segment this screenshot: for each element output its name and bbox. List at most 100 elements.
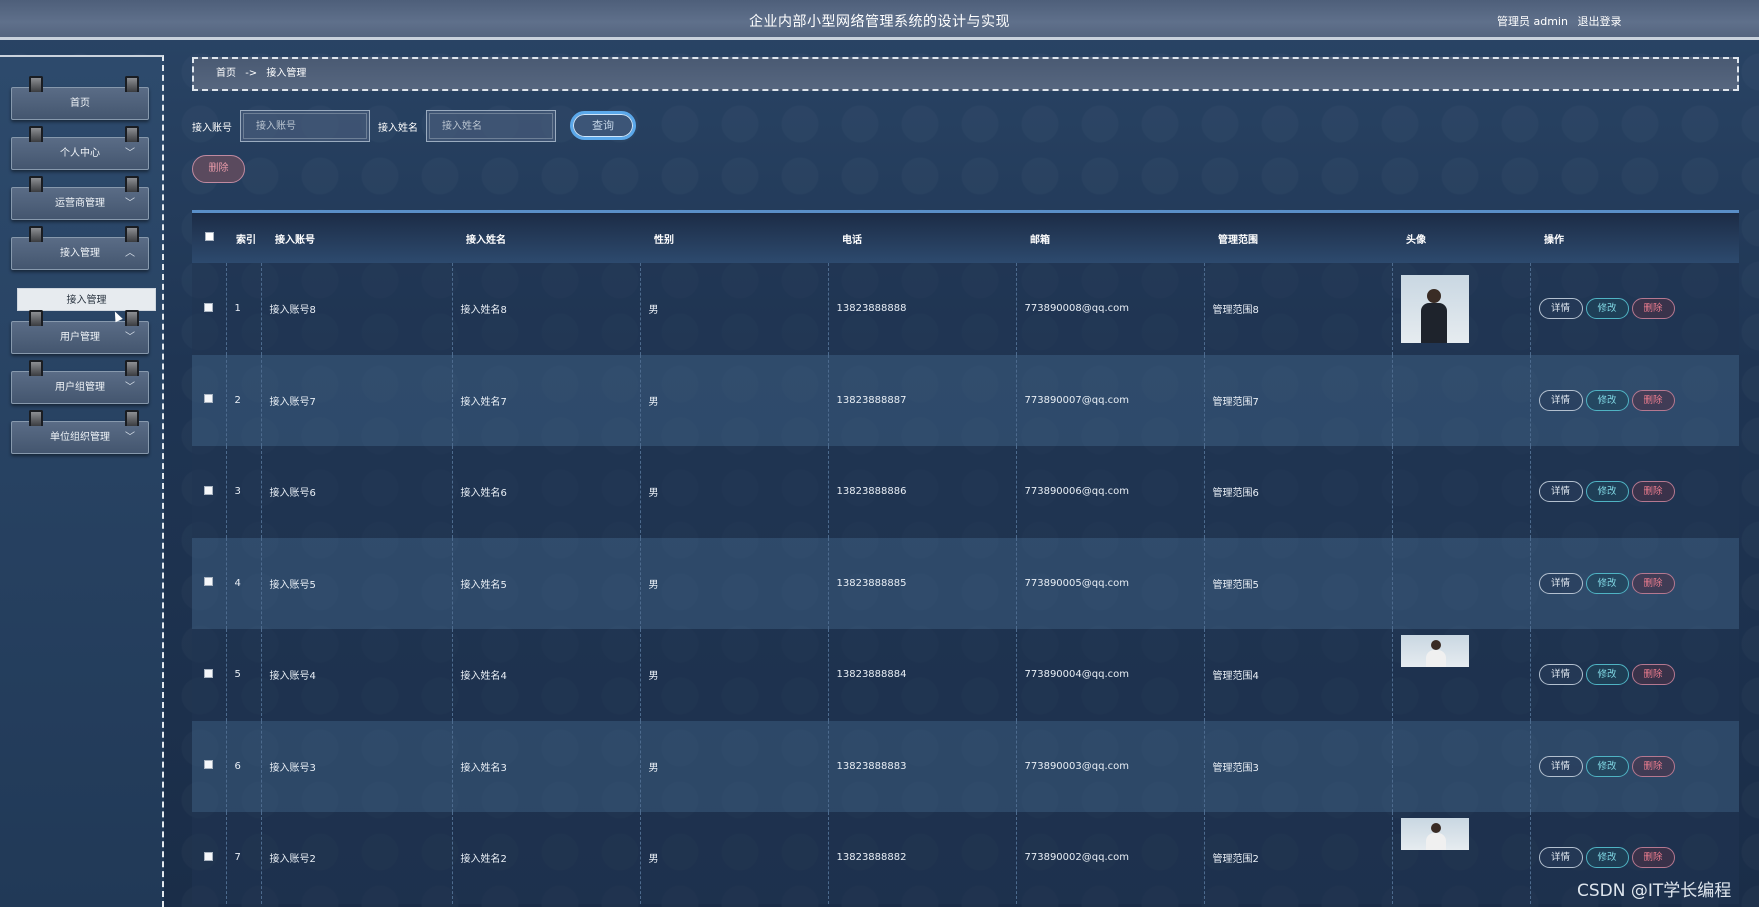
header-gender: 性别 [654,234,674,246]
cell-gender: 男 [639,263,828,355]
row-checkbox[interactable] [204,302,214,312]
sidebar-item-org-management[interactable]: 单位组织管理 ﹀ [11,410,149,454]
delete-button[interactable]: 删除 [1631,572,1675,594]
account-search-input[interactable] [240,110,370,142]
delete-button[interactable]: 删除 [1631,664,1675,686]
cell-gender: 男 [639,537,828,629]
submenu-item-access-management[interactable]: 接入管理 [17,288,156,311]
cell-name: 接入姓名5 [451,537,640,629]
cell-phone: 13823888885 [827,537,1016,629]
row-checkbox[interactable] [204,851,214,861]
cell-phone: 13823888883 [827,720,1016,812]
cell-name: 接入姓名8 [451,263,640,355]
detail-button[interactable]: 详情 [1538,664,1583,686]
table-row: 6 接入账号3 接入姓名3 男 13823888883 773890003@qq.com 管… [192,720,1739,812]
row-checkbox[interactable] [204,485,214,495]
query-button[interactable]: 查询 [570,111,636,140]
detail-button[interactable]: 详情 [1538,481,1583,503]
row-checkbox[interactable] [204,668,214,678]
cell-scope: 管理范围4 [1203,629,1392,721]
table-row: 7 接入账号2 接入姓名2 男 13823888882 773890002@qq.com 管… [192,812,1739,904]
cell-index: 3 [225,446,261,538]
avatar-image [1400,634,1469,667]
edit-button[interactable]: 修改 [1585,298,1629,320]
clip-icon [29,410,43,426]
sidebar-item-access-management[interactable]: 接入管理 ︿ [11,226,149,270]
clip-icon [29,310,43,326]
edit-button[interactable]: 修改 [1585,847,1629,869]
delete-button[interactable]: 删除 [1631,389,1675,411]
select-all-checkbox[interactable] [204,232,214,241]
cell-actions: 详情 修改 删除 [1529,720,1739,812]
cell-account: 接入账号8 [260,263,452,355]
clip-icon [29,176,43,192]
detail-button[interactable]: 详情 [1538,298,1583,320]
sidebar-item-user-management[interactable]: 用户管理 ﹀ [11,310,149,354]
cell-gender: 男 [639,446,828,538]
edit-button[interactable]: 修改 [1585,572,1629,594]
cell-actions: 详情 修改 删除 [1529,354,1739,446]
sidebar-item-personal-center[interactable]: 个人中心 ﹀ [11,126,149,170]
account-label: 接入账号 [192,122,232,134]
breadcrumb-current: 接入管理 [266,68,307,79]
edit-button[interactable]: 修改 [1585,389,1629,411]
row-checkbox[interactable] [204,760,214,770]
cell-gender: 男 [639,720,828,812]
sidebar-item-user-group-management[interactable]: 用户组管理 ﹀ [11,360,149,404]
cell-index: 4 [225,537,261,629]
delete-button[interactable]: 删除 [1631,298,1675,320]
edit-button[interactable]: 修改 [1585,481,1629,503]
user-label: 管理员 admin [1497,15,1568,28]
cell-email: 773890003@qq.com [1015,720,1204,812]
name-search-input[interactable] [426,110,556,142]
cell-phone: 13823888886 [827,446,1016,538]
chevron-icon: ﹀ [125,382,135,393]
chevron-icon: ﹀ [125,148,135,159]
logout-link[interactable]: 退出登录 [1577,15,1621,28]
row-checkbox[interactable] [204,394,214,404]
table-row: 5 接入账号4 接入姓名4 男 13823888884 773890004@qq.com 管… [192,629,1739,721]
table-row: 2 接入账号7 接入姓名7 男 13823888887 773890007@qq.com 管… [192,354,1739,446]
cell-actions: 详情 修改 删除 [1529,537,1739,629]
cell-scope: 管理范围3 [1203,720,1392,812]
detail-button[interactable]: 详情 [1538,847,1583,869]
table-row: 3 接入账号6 接入姓名6 男 13823888886 773890006@qq.com 管… [192,446,1739,538]
cell-avatar [1391,354,1530,446]
chevron-icon: ﹀ [125,332,135,343]
detail-button[interactable]: 详情 [1538,389,1583,411]
cell-scope: 管理范围2 [1203,812,1392,904]
cell-phone: 13823888888 [827,263,1016,355]
cell-avatar [1391,720,1530,812]
cell-phone: 13823888882 [827,812,1016,904]
cell-gender: 男 [639,629,828,721]
sidebar-item-label: 单位组织管理 [50,432,110,443]
avatar-image [1400,274,1469,343]
delete-button[interactable]: 删除 [1631,481,1675,503]
header-name: 接入姓名 [466,234,506,246]
detail-button[interactable]: 详情 [1538,572,1583,594]
breadcrumb-home[interactable]: 首页 [216,68,236,79]
chevron-icon: ﹀ [125,198,135,209]
cell-index: 1 [225,263,261,355]
chevron-icon: ︿ [125,248,135,259]
edit-button[interactable]: 修改 [1585,755,1629,777]
chevron-icon: ﹀ [125,432,135,443]
table-row: 1 接入账号8 接入姓名8 男 13823888888 773890008@qq.com 管… [192,263,1739,355]
edit-button[interactable]: 修改 [1585,664,1629,686]
detail-button[interactable]: 详情 [1538,755,1583,777]
avatar-image [1400,817,1469,850]
cell-index: 2 [225,354,261,446]
delete-button[interactable]: 删除 [1631,755,1675,777]
row-checkbox[interactable] [204,577,214,587]
cell-index: 5 [225,629,261,721]
delete-button[interactable]: 删除 [1631,847,1675,869]
batch-delete-button[interactable]: 删除 [192,155,245,183]
cell-email: 773890006@qq.com [1015,446,1204,538]
clip-icon [29,226,43,242]
cell-name: 接入姓名2 [451,812,640,904]
cell-email: 773890004@qq.com [1015,629,1204,721]
sidebar-item-carrier-management[interactable]: 运营商管理 ﹀ [11,176,149,220]
name-label: 接入姓名 [378,122,418,134]
sidebar: 接入管理 首页个人中心 ﹀ 运营商管理 ﹀ 接入管理 ︿ 用户管理 ﹀ 用户组管理 ﹀ 单位组织管理… [0,55,164,907]
sidebar-item-home[interactable]: 首页 [11,76,149,120]
